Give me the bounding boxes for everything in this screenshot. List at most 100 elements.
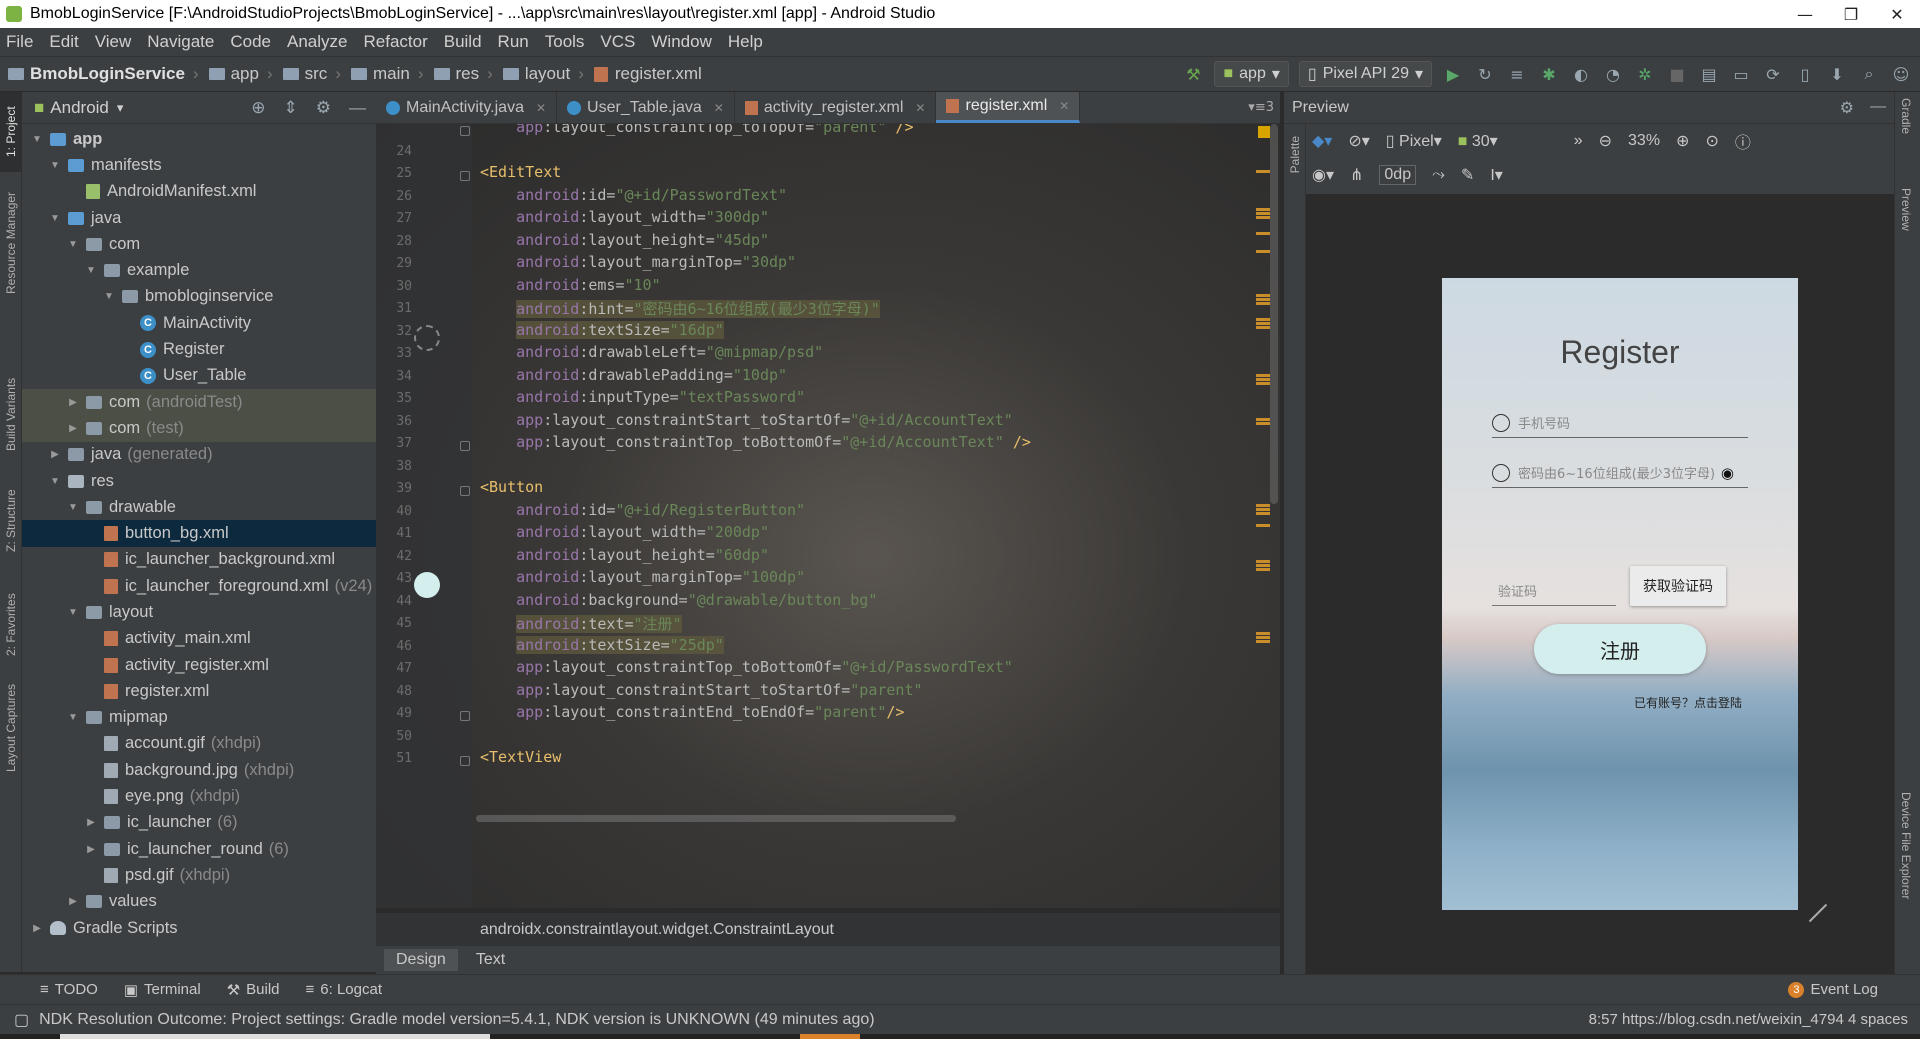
error-stripe-marker[interactable] — [1256, 212, 1270, 215]
tab-register-xml[interactable]: register.xml ✕ — [936, 92, 1081, 123]
code-line[interactable]: <EditText — [480, 163, 561, 181]
tree-item[interactable]: ▼ bmobloginservice — [22, 284, 376, 310]
tree-item[interactable]: account.gif (xhdpi) — [22, 731, 376, 757]
error-stripe-marker[interactable] — [1256, 636, 1270, 639]
tree-item[interactable]: C MainActivity — [22, 310, 376, 336]
maximize-button[interactable]: ❐ — [1828, 0, 1874, 28]
taskbar-item[interactable] — [800, 1034, 860, 1039]
error-stripe-marker[interactable] — [1256, 208, 1270, 211]
api-select[interactable]: ■ 30▾ — [1458, 131, 1498, 151]
tree-item[interactable]: ▼ app — [22, 126, 376, 152]
tool-todo[interactable]: ≡ TODO — [40, 981, 98, 998]
taskbar-item[interactable] — [60, 1034, 490, 1039]
close-button[interactable]: ✕ — [1874, 0, 1920, 28]
tree-item[interactable]: ▶ ic_launcher_round (6) — [22, 836, 376, 862]
device-select[interactable]: ▯ Pixel▾ — [1386, 131, 1442, 151]
expanded-arrow-icon[interactable]: ▼ — [48, 476, 62, 487]
tree-item[interactable]: activity_register.xml — [22, 652, 376, 678]
code-line[interactable]: android:textSize="25dp" — [480, 635, 724, 654]
tool-tab-device-file-explorer[interactable]: Device File Explorer — [1899, 792, 1913, 899]
tool-tab-preview[interactable]: Preview — [1899, 188, 1913, 231]
breadcrumb-item[interactable]: BmobLoginService › — [8, 64, 199, 84]
tree-item[interactable]: eye.png (xhdpi) — [22, 783, 376, 809]
sdk-manager-icon[interactable]: ⬇ — [1826, 63, 1848, 85]
expanded-arrow-icon[interactable]: ▼ — [66, 712, 80, 723]
error-stripe-marker[interactable] — [1256, 294, 1270, 297]
fold-marker-icon[interactable] — [460, 756, 470, 766]
collapsed-arrow-icon[interactable]: ▶ — [66, 423, 80, 434]
collapsed-arrow-icon[interactable]: ▶ — [48, 449, 62, 460]
editor-vertical-scrollbar[interactable] — [1270, 124, 1278, 504]
run-icon[interactable]: ▶ — [1442, 63, 1464, 85]
locate-icon[interactable]: ⊕ — [251, 98, 265, 118]
chevron-down-icon[interactable]: ▾ — [117, 100, 124, 116]
error-stripe-marker[interactable] — [1256, 318, 1270, 321]
menu-window[interactable]: Window — [651, 32, 711, 52]
phone-field[interactable]: 手机号码 — [1492, 408, 1748, 438]
tree-item[interactable]: ▶ values — [22, 889, 376, 915]
zoom-in-icon[interactable]: ⊕ — [1676, 131, 1689, 151]
tree-item[interactable]: background.jpg (xhdpi) — [22, 757, 376, 783]
error-stripe-marker[interactable] — [1256, 250, 1270, 253]
menu-analyze[interactable]: Analyze — [287, 32, 347, 52]
tool-tab-layout-captures[interactable]: Layout Captures — [0, 678, 22, 778]
expanded-arrow-icon[interactable]: ▼ — [48, 213, 62, 224]
status-message[interactable]: NDK Resolution Outcome: Project settings… — [39, 1011, 874, 1029]
code-line[interactable]: android:layout_height="60dp" — [480, 546, 769, 564]
error-stripe-marker[interactable] — [1256, 418, 1270, 421]
login-link[interactable]: 已有账号？点击登陆 — [1634, 694, 1742, 711]
menu-view[interactable]: View — [95, 32, 132, 52]
tree-item[interactable]: register.xml — [22, 678, 376, 704]
tree-item[interactable]: activity_main.xml — [22, 626, 376, 652]
error-stripe-marker[interactable] — [1256, 298, 1270, 301]
code-editor[interactable]: app:layout_constraintTop_toTopOf="parent… — [376, 124, 1280, 908]
tree-item[interactable]: ▼ layout — [22, 599, 376, 625]
warning-status-icon[interactable] — [1258, 126, 1270, 138]
error-stripe-marker[interactable] — [1256, 568, 1270, 571]
tree-item[interactable]: AndroidManifest.xml — [22, 179, 376, 205]
close-icon[interactable]: ✕ — [714, 101, 724, 115]
fold-marker-icon[interactable] — [460, 711, 470, 721]
run-config-select[interactable]: ■ app ▾ — [1214, 61, 1289, 87]
error-stripe-marker[interactable] — [1256, 216, 1270, 219]
device-manager-icon[interactable]: ▯ — [1794, 63, 1816, 85]
error-stripe-marker[interactable] — [1256, 508, 1270, 511]
tree-item[interactable]: ▼ mipmap — [22, 705, 376, 731]
infer-constraints-icon[interactable]: ✎ — [1461, 165, 1474, 185]
error-stripe-marker[interactable] — [1256, 322, 1270, 325]
tree-item[interactable]: ▶ com (test) — [22, 415, 376, 442]
orientation-icon[interactable]: ⊘▾ — [1348, 131, 1369, 151]
menu-refactor[interactable]: Refactor — [363, 32, 427, 52]
project-structure-icon[interactable]: ▤ — [1698, 63, 1720, 85]
code-line[interactable]: android:layout_height="45dp" — [480, 231, 769, 249]
tool-terminal[interactable]: ▣ Terminal — [124, 981, 201, 999]
collapsed-arrow-icon[interactable]: ▶ — [30, 923, 44, 934]
minimize-button[interactable]: — — [1782, 0, 1828, 28]
tool-tab-resource-manager[interactable]: Resource Manager — [0, 178, 22, 308]
tree-item[interactable]: C User_Table — [22, 363, 376, 389]
breadcrumb-item[interactable]: src › — [282, 64, 341, 84]
layers-icon[interactable]: ◆▾ — [1312, 131, 1332, 151]
tab-activity-register-xml[interactable]: activity_register.xml ✕ — [735, 92, 937, 123]
close-icon[interactable]: ✕ — [536, 101, 546, 115]
code-line[interactable]: android:layout_width="300dp" — [480, 208, 769, 226]
default-margin[interactable]: 0dp — [1379, 165, 1417, 185]
tab-mainactivity-java[interactable]: MainActivity.java ✕ — [376, 92, 558, 123]
sync-gradle-icon[interactable]: ⟳ — [1762, 63, 1784, 85]
drawable-preview-icon[interactable] — [414, 324, 440, 351]
expanded-arrow-icon[interactable]: ▼ — [66, 607, 80, 618]
tree-item[interactable]: ▼ example — [22, 257, 376, 283]
tab-list-icon[interactable]: ▾≡3 — [1242, 100, 1280, 123]
tree-item[interactable]: ▼ java — [22, 205, 376, 231]
eye-icon[interactable]: ◉▾ — [1312, 165, 1334, 185]
tree-item[interactable]: ic_launcher_background.xml — [22, 547, 376, 573]
menu-file[interactable]: File — [6, 32, 33, 52]
tool-tab-build-variants[interactable]: Build Variants — [0, 364, 22, 464]
fold-marker-icon[interactable] — [460, 441, 470, 451]
fold-marker-icon[interactable] — [460, 171, 470, 181]
tab-text[interactable]: Text — [464, 949, 517, 971]
tab-user-table-java[interactable]: User_Table.java ✕ — [557, 92, 735, 123]
tree-item[interactable]: C Register — [22, 336, 376, 362]
error-stripe-marker[interactable] — [1256, 524, 1270, 527]
tree-item[interactable]: ▶ com (androidTest) — [22, 388, 376, 416]
